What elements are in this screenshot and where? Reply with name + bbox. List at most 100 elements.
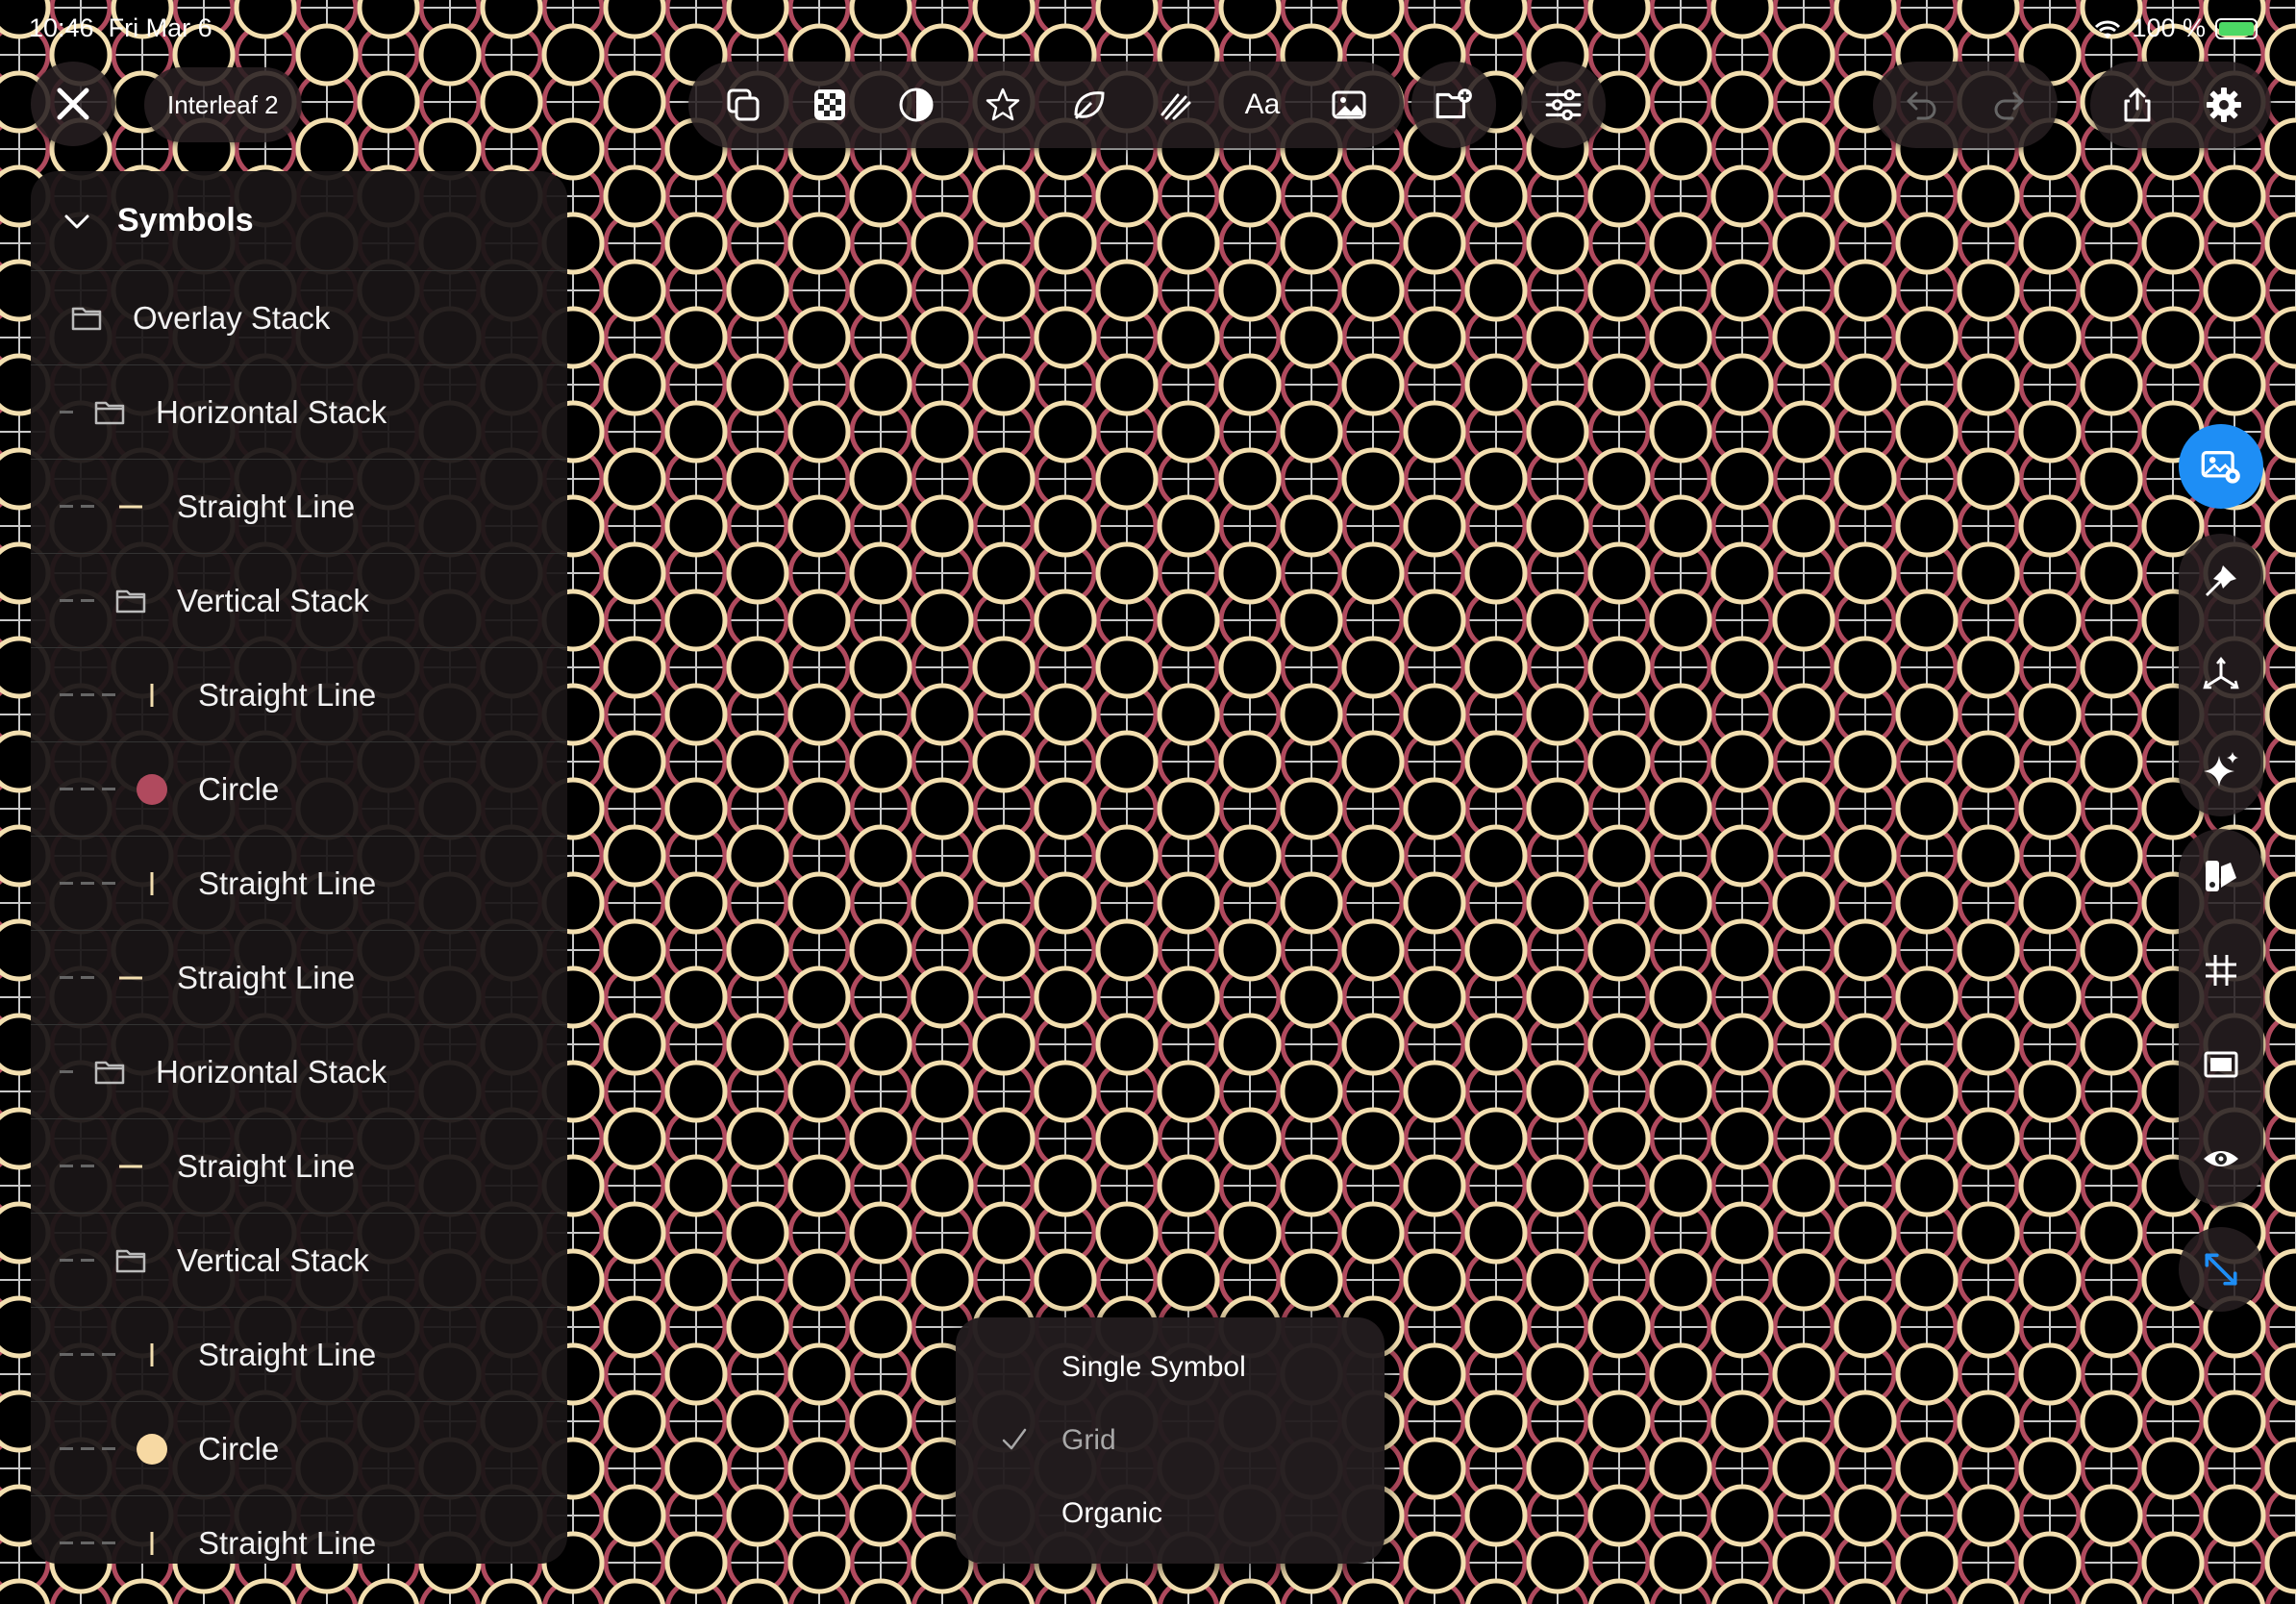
symbol-row-label: Overlay Stack [133, 299, 331, 336]
circle-swatch-icon [135, 772, 169, 807]
folder-icon [92, 1055, 127, 1090]
symbol-row[interactable]: Horizontal Stack [31, 1025, 567, 1119]
contrast-tool-button[interactable] [873, 63, 960, 147]
vertical-line-icon [135, 866, 169, 901]
share-settings-group [2090, 62, 2271, 148]
battery-percent: 100 % [2132, 13, 2206, 42]
symbol-row[interactable]: Straight Line [31, 460, 567, 554]
layout-option[interactable]: Grid [956, 1404, 1385, 1477]
tree-depth-indicator [60, 1541, 115, 1544]
symbols-panel: Symbols Overlay Stack Horizontal Stack Str… [31, 171, 567, 1564]
share-button[interactable] [2094, 63, 2181, 147]
color-palette-button[interactable] [2179, 829, 2263, 923]
duplicate-tool-button[interactable] [700, 63, 786, 147]
organic-tool-button[interactable] [1046, 63, 1133, 147]
photo-layer-button[interactable] [2179, 424, 2263, 509]
tree-depth-indicator [60, 599, 94, 602]
adjustments-button[interactable] [1521, 62, 1606, 148]
layout-option-label: Grid [1061, 1424, 1116, 1456]
image-icon [1332, 90, 1366, 119]
symbol-row-label: Straight Line [198, 1524, 377, 1561]
redo-icon [1994, 91, 2024, 120]
tree-depth-indicator [60, 976, 94, 979]
tree-depth-dash [81, 693, 94, 696]
grid-button[interactable] [2179, 923, 2263, 1017]
symbol-row[interactable]: Circle [31, 742, 567, 837]
tree-depth-dash [60, 788, 73, 790]
close-button[interactable] [31, 62, 115, 146]
tree-depth-dash [81, 1447, 94, 1450]
symbol-row[interactable]: Overlay Stack [31, 271, 567, 365]
gear-icon [2207, 88, 2241, 122]
status-bar-right: 100 % [2093, 13, 2258, 43]
symbol-row[interactable]: Straight Line [31, 1496, 567, 1564]
symbol-row-label: Straight Line [198, 1336, 377, 1372]
symbol-row[interactable]: Vertical Stack [31, 1214, 567, 1308]
text-icon: Aa [1244, 88, 1281, 120]
add-folder-button[interactable] [1411, 62, 1496, 148]
undo-button[interactable] [1879, 63, 1965, 147]
symbol-row[interactable]: Straight Line [31, 648, 567, 742]
symbol-row[interactable]: Vertical Stack [31, 554, 567, 648]
axes-icon [2203, 656, 2239, 689]
wifi-icon [2095, 20, 2121, 38]
undo-icon [1907, 91, 1936, 120]
text-tool-button[interactable]: Aa [1219, 63, 1306, 147]
tree-depth-indicator [60, 1070, 73, 1073]
layout-option[interactable]: Organic [956, 1477, 1385, 1550]
horizontal-line-icon [113, 961, 148, 995]
swatches-icon [2206, 861, 2236, 891]
tree-depth-dash [81, 976, 94, 979]
symbol-row[interactable]: Straight Line [31, 837, 567, 931]
pin-button[interactable] [2179, 534, 2263, 628]
canvas-frame-button[interactable] [2179, 1017, 2263, 1112]
tree-depth-indicator [60, 788, 115, 790]
tree-depth-dash [60, 1353, 73, 1356]
preview-button[interactable] [2179, 1112, 2263, 1206]
sparkle-button[interactable] [2179, 722, 2263, 816]
tree-depth-indicator [60, 1165, 94, 1167]
layout-option[interactable]: Single Symbol [956, 1331, 1385, 1404]
checkmark-icon [1000, 1425, 1029, 1462]
tree-depth-dash [81, 788, 94, 790]
symbol-row[interactable]: Horizontal Stack [31, 365, 567, 460]
expand-button[interactable] [2179, 1227, 2263, 1312]
settings-button[interactable] [2181, 63, 2267, 147]
layout-option-label: Organic [1061, 1497, 1163, 1529]
symbol-row[interactable]: Straight Line [31, 931, 567, 1025]
folder-icon [69, 301, 104, 336]
horizontal-line-icon [113, 1149, 148, 1184]
tree-depth-dash [81, 1353, 94, 1356]
symbol-tree: Overlay Stack Horizontal Stack Straight Li… [31, 271, 567, 1564]
symbol-row-label: Circle [198, 770, 280, 807]
symbol-row[interactable]: Straight Line [31, 1119, 567, 1214]
tree-depth-dash [102, 1447, 115, 1450]
symbol-row-label: Horizontal Stack [156, 1053, 387, 1090]
frame-icon [2204, 1051, 2238, 1078]
chevron-down-icon [64, 214, 89, 228]
symbols-panel-header[interactable]: Symbols [31, 171, 567, 271]
redo-button[interactable] [1965, 63, 2052, 147]
image-tool-button[interactable] [1306, 63, 1392, 147]
symbol-tool-button[interactable] [960, 63, 1046, 147]
tree-depth-indicator [60, 411, 73, 414]
symbol-row-label: Straight Line [198, 865, 377, 901]
symbol-row-label: Straight Line [177, 488, 356, 524]
symbol-row-label: Horizontal Stack [156, 393, 387, 430]
background-tool-button[interactable] [786, 63, 873, 147]
battery-icon [2215, 17, 2258, 39]
tree-depth-indicator [60, 1447, 115, 1450]
tree-depth-dash [81, 505, 94, 508]
clock: 10:46 [29, 13, 94, 42]
expand-arrows-icon [2205, 1253, 2237, 1286]
symbol-row[interactable]: Straight Line [31, 1308, 567, 1402]
document-title[interactable]: Interleaf 2 [144, 67, 302, 142]
close-icon [57, 88, 89, 120]
axes-button[interactable] [2179, 628, 2263, 722]
symbols-panel-title: Symbols [117, 202, 254, 238]
tree-depth-dash [60, 1447, 73, 1450]
symbol-row[interactable]: Circle [31, 1402, 567, 1496]
duplicate-icon [727, 88, 760, 121]
draw-tool-button[interactable] [1133, 63, 1219, 147]
folder-icon [92, 395, 127, 430]
